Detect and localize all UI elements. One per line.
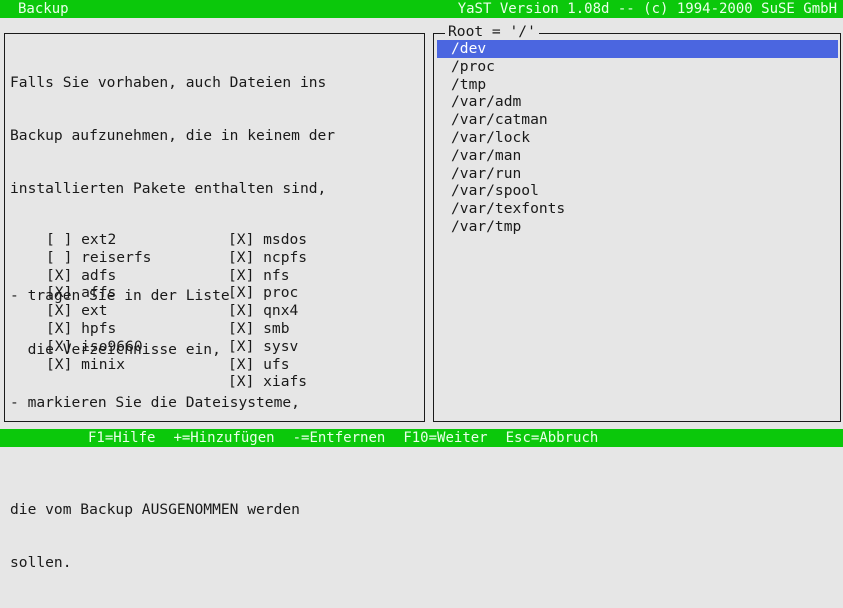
checkbox-mark: [X] <box>228 231 255 248</box>
filesystem-name: qnx4 <box>254 302 299 320</box>
filesystem-checkbox-affs[interactable]: [X] affs <box>46 284 151 302</box>
filesystem-checkbox-minix[interactable]: [X] minix <box>46 356 151 374</box>
directory-item[interactable]: /dev <box>437 40 838 58</box>
filesystem-checkbox-ext[interactable]: [X] ext <box>46 302 151 320</box>
directory-item[interactable]: /var/lock <box>437 129 838 147</box>
help-panel: Falls Sie vorhaben, auch Dateien ins Bac… <box>4 33 425 571</box>
filesystem-checkbox-sysv[interactable]: [X] sysv <box>228 338 307 356</box>
checkbox-mark: [ ] <box>46 231 73 248</box>
checkbox-mark: [X] <box>228 266 255 284</box>
checkbox-mark: [X] <box>228 302 255 320</box>
help-line: die vom Backup AUSGENOMMEN werden <box>10 500 300 518</box>
filesystem-name: affs <box>72 284 117 302</box>
checkbox-mark: [X] <box>46 302 73 320</box>
directory-item[interactable]: /var/man <box>437 147 838 165</box>
next-key[interactable]: F10=Weiter <box>403 429 487 447</box>
checkbox-mark: [X] <box>46 284 73 302</box>
filesystem-checkbox-smb[interactable]: [X] smb <box>228 320 307 338</box>
filesystem-name: ncpfs <box>254 248 308 266</box>
checkbox-mark: [ ] <box>46 248 73 266</box>
directory-item[interactable]: /var/adm <box>437 93 838 111</box>
directory-item[interactable]: /var/spool <box>437 182 838 200</box>
filesystem-checkbox-qnx4[interactable]: [X] qnx4 <box>228 302 307 320</box>
directory-item[interactable]: /var/tmp <box>437 218 838 236</box>
filesystem-list-right: [X] msdos [X] ncpfs [X] nfs [X] proc [X] qnx… <box>228 231 307 391</box>
filesystem-checkbox-ext2[interactable]: [ ] ext2 <box>46 231 151 249</box>
help-line: Backup aufzunehmen, die in keinem der <box>10 126 336 144</box>
checkbox-mark: [X] <box>46 355 73 373</box>
help-line: installierten Pakete enthalten sind, <box>10 180 327 198</box>
cancel-key[interactable]: Esc=Abbruch <box>506 429 599 447</box>
root-panel-title: Root = '/' <box>445 23 539 41</box>
filesystem-checkbox-proc[interactable]: [X] proc <box>228 284 307 302</box>
filesystem-checkbox-adfs[interactable]: [X] adfs <box>46 267 151 285</box>
filesystem-checkbox-xiafs[interactable]: [X] xiafs <box>228 373 307 391</box>
checkbox-mark: [X] <box>228 248 255 266</box>
checkbox-mark: [X] <box>228 355 255 373</box>
filesystem-name: hpfs <box>72 319 117 337</box>
filesystem-name: ext <box>72 302 108 320</box>
checkbox-mark: [X] <box>46 319 73 337</box>
filesystem-checkbox-reiserfs[interactable]: [ ] reiserfs <box>46 249 151 267</box>
help-line <box>10 447 335 465</box>
checkbox-mark: [X] <box>228 284 255 302</box>
filesystem-name: adfs <box>72 266 117 284</box>
checkbox-mark: [X] <box>228 337 255 355</box>
directory-item[interactable]: /var/catman <box>437 111 838 129</box>
filesystem-checkbox-msdos[interactable]: [X] msdos <box>228 231 307 249</box>
directory-list: /dev/proc/tmp/var/adm/var/catman/var/loc… <box>437 40 838 236</box>
filesystem-checkbox-nfs[interactable]: [X] nfs <box>228 267 307 285</box>
filesystem-name: nfs <box>254 266 290 284</box>
checkbox-mark: [X] <box>46 266 73 284</box>
title-bar: Backup YaST Version 1.08d -- (c) 1994-20… <box>0 0 843 18</box>
directory-item[interactable]: /tmp <box>437 76 838 94</box>
add-key[interactable]: +=Hinzufügen <box>173 429 274 447</box>
filesystem-checkbox-hpfs[interactable]: [X] hpfs <box>46 320 151 338</box>
filesystem-name: minix <box>72 355 126 373</box>
filesystem-name: sysv <box>254 337 299 355</box>
directory-item[interactable]: /var/texfonts <box>437 200 838 218</box>
checkbox-mark: [X] <box>228 319 255 337</box>
remove-key[interactable]: -=Entfernen <box>293 429 386 447</box>
help-line: sollen. <box>10 554 72 572</box>
function-key-bar: F1=Hilfe +=Hinzufügen -=Entfernen F10=We… <box>0 429 843 447</box>
filesystem-checkbox-iso9660[interactable]: [X] iso9660 <box>46 338 151 356</box>
checkbox-mark: [X] <box>228 373 255 391</box>
filesystem-name: ext2 <box>72 231 117 248</box>
filesystem-checkbox-ncpfs[interactable]: [X] ncpfs <box>228 249 307 267</box>
directory-item[interactable]: /proc <box>437 58 838 76</box>
filesystem-list-left: [ ] ext2[ ] reiserfs [X] adfs [X] affs [X] … <box>46 231 151 373</box>
filesystem-name: reiserfs <box>72 248 152 266</box>
filesystem-name: proc <box>254 284 299 302</box>
version-banner: YaST Version 1.08d -- (c) 1994-2000 SuSE… <box>457 1 837 17</box>
help-line: Falls Sie vorhaben, auch Dateien ins <box>10 73 327 91</box>
checkbox-mark: [X] <box>46 337 73 355</box>
filesystem-name: smb <box>254 319 290 337</box>
filesystem-name: msdos <box>254 231 308 248</box>
help-line: - markieren Sie die Dateisysteme, <box>10 393 300 411</box>
help-key[interactable]: F1=Hilfe <box>88 429 155 447</box>
filesystem-checkbox-ufs[interactable]: [X] ufs <box>228 356 307 374</box>
filesystem-name: iso9660 <box>72 337 143 355</box>
directory-item[interactable]: /var/run <box>437 165 838 183</box>
filesystem-name: xiafs <box>254 373 308 391</box>
window-title: Backup <box>18 1 69 17</box>
filesystem-name: ufs <box>254 355 290 373</box>
